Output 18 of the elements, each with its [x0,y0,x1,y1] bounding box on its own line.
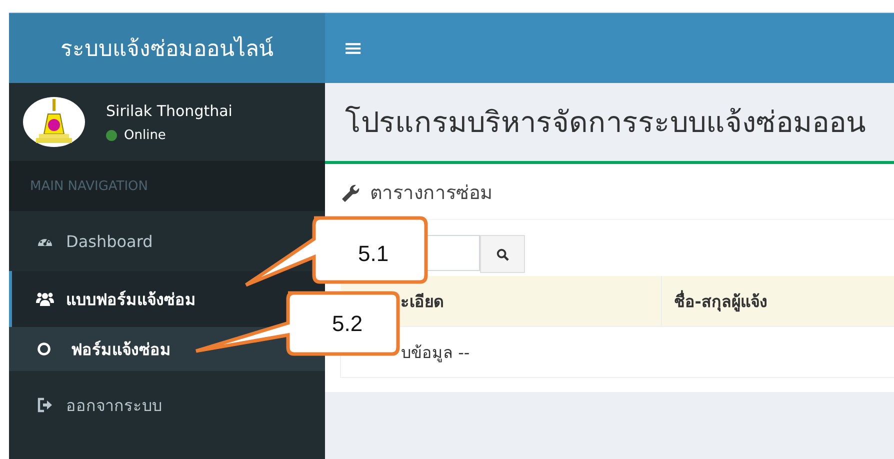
nav-header: MAIN NAVIGATION [9,161,325,211]
card-title: ตารางการซ่อม [370,180,493,206]
column-header: ชื่อ-สกุลผู้แจ้ง [661,276,894,326]
page-title: โปรแกรมบริหารจัดการระบบแจ้งซ่อมออน [344,104,867,141]
search-button[interactable] [480,235,525,273]
users-icon [36,291,54,307]
nav-item[interactable]: Dashboard [9,213,325,269]
menu-button[interactable]: ≡ [325,34,382,62]
user-name: Sirilak Thongthai [106,102,232,120]
user-status: Online [124,128,166,142]
sign-out-icon [36,397,54,413]
avatar-icon [22,96,86,148]
callout-label: 5.1 [358,241,389,267]
brand-title[interactable]: ระบบแจ้งซ่อมออนไลน์ [9,13,325,83]
search-icon [496,248,509,260]
nav-item[interactable]: ออกจากระบบ [9,377,325,433]
circle-icon [37,342,51,356]
nav-item[interactable]: แบบฟอร์มแจ้งซ่อม [9,271,325,327]
